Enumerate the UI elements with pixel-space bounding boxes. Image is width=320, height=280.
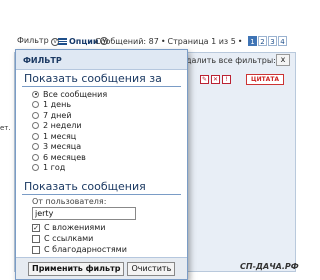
period-option[interactable]: 1 день xyxy=(32,100,187,111)
period-option[interactable]: 1 год xyxy=(32,163,187,174)
show-section-title: Показать сообщения xyxy=(24,180,146,193)
checkbox-label: С благодарностями xyxy=(44,245,127,254)
period-option-label: 1 день xyxy=(43,100,72,110)
checkbox-label: С ссылками xyxy=(44,234,94,243)
clear-button[interactable]: Очистить xyxy=(127,261,176,276)
radio-button[interactable] xyxy=(32,101,39,109)
radio-button[interactable] xyxy=(32,122,39,130)
checkbox[interactable] xyxy=(32,234,40,243)
period-option[interactable]: 2 недели xyxy=(32,121,187,132)
period-option[interactable]: 6 месяцев xyxy=(32,152,187,163)
filter-link[interactable]: Фильтр v xyxy=(17,36,60,46)
checkbox-label: С вложениями xyxy=(44,223,106,232)
from-user-label: От пользователя: xyxy=(32,197,107,206)
delete-post-icon[interactable]: ✕ xyxy=(211,75,220,84)
filter-checkbox-row[interactable]: ✓ С вложениями xyxy=(32,222,187,233)
period-option-label: Все сообщения xyxy=(43,89,108,99)
divider xyxy=(22,86,181,87)
report-post-icon[interactable]: ! xyxy=(222,75,231,84)
remove-filters-button[interactable]: x xyxy=(276,54,290,66)
page-link-1[interactable]: 1 xyxy=(248,36,257,46)
radio-button[interactable] xyxy=(32,143,39,151)
menu-icon xyxy=(58,37,67,45)
period-section-title: Показать сообщения за xyxy=(24,72,162,85)
period-options: Все сообщения 1 день 7 дней 2 недели 1 м… xyxy=(16,89,187,173)
period-option-label: 7 дней xyxy=(43,110,72,120)
period-option-label: 3 месяца xyxy=(43,142,82,152)
period-option[interactable]: Все сообщения xyxy=(32,89,187,100)
checkbox[interactable] xyxy=(32,245,40,254)
post-actions: ✎ ✕ ! xyxy=(200,75,231,84)
filter-popup: ФИЛЬТР Показать сообщения за Все сообщен… xyxy=(15,49,188,280)
remove-filters-label: далить все фильтры: xyxy=(186,56,276,65)
separator: • xyxy=(160,36,166,46)
period-option[interactable]: 3 месяца xyxy=(32,142,187,153)
period-option-label: 1 год xyxy=(43,163,66,173)
edit-post-icon[interactable]: ✎ xyxy=(200,75,209,84)
radio-button[interactable] xyxy=(32,132,39,140)
popup-title: ФИЛЬТР xyxy=(16,50,187,70)
side-text: ет. xyxy=(0,124,11,132)
radio-button[interactable] xyxy=(32,90,39,98)
filter-checkbox-row[interactable]: С ссылками xyxy=(32,233,187,244)
period-option-label: 6 месяцев xyxy=(43,152,86,162)
popup-footer: Применить фильтр Очистить xyxy=(16,257,187,279)
period-option[interactable]: 7 дней xyxy=(32,110,187,121)
radio-button[interactable] xyxy=(32,164,39,172)
radio-button[interactable] xyxy=(32,111,39,119)
period-option-label: 2 недели xyxy=(43,121,82,131)
page-info: Страница 1 из 5 xyxy=(167,36,236,46)
quote-button[interactable]: ЦИТАТА xyxy=(246,74,285,85)
pagination: 1 2 3 4 xyxy=(248,36,287,46)
page-link-2[interactable]: 2 xyxy=(258,36,267,46)
period-option-label: 1 месяц xyxy=(43,131,77,141)
page-link-4[interactable]: 4 xyxy=(278,36,287,46)
filter-checkbox-row[interactable]: С благодарностями xyxy=(32,244,187,255)
page-link-3[interactable]: 3 xyxy=(268,36,277,46)
topic-stats: Сообщений: 87 • Страница 1 из 5 • xyxy=(95,37,243,46)
site-brand: СП-ДАЧА.РФ xyxy=(240,262,299,271)
filter-label: Фильтр xyxy=(17,36,49,45)
period-option[interactable]: 1 месяц xyxy=(32,131,187,142)
radio-button[interactable] xyxy=(32,153,39,161)
separator: • xyxy=(237,36,243,46)
apply-filter-button[interactable]: Применить фильтр xyxy=(28,261,125,276)
divider xyxy=(22,194,181,195)
from-user-input[interactable] xyxy=(32,207,136,220)
messages-count: Сообщений: 87 xyxy=(95,36,159,46)
checkbox[interactable]: ✓ xyxy=(32,223,40,232)
content-filter-options: ✓ С вложениями С ссылками С благодарностя… xyxy=(16,222,187,255)
